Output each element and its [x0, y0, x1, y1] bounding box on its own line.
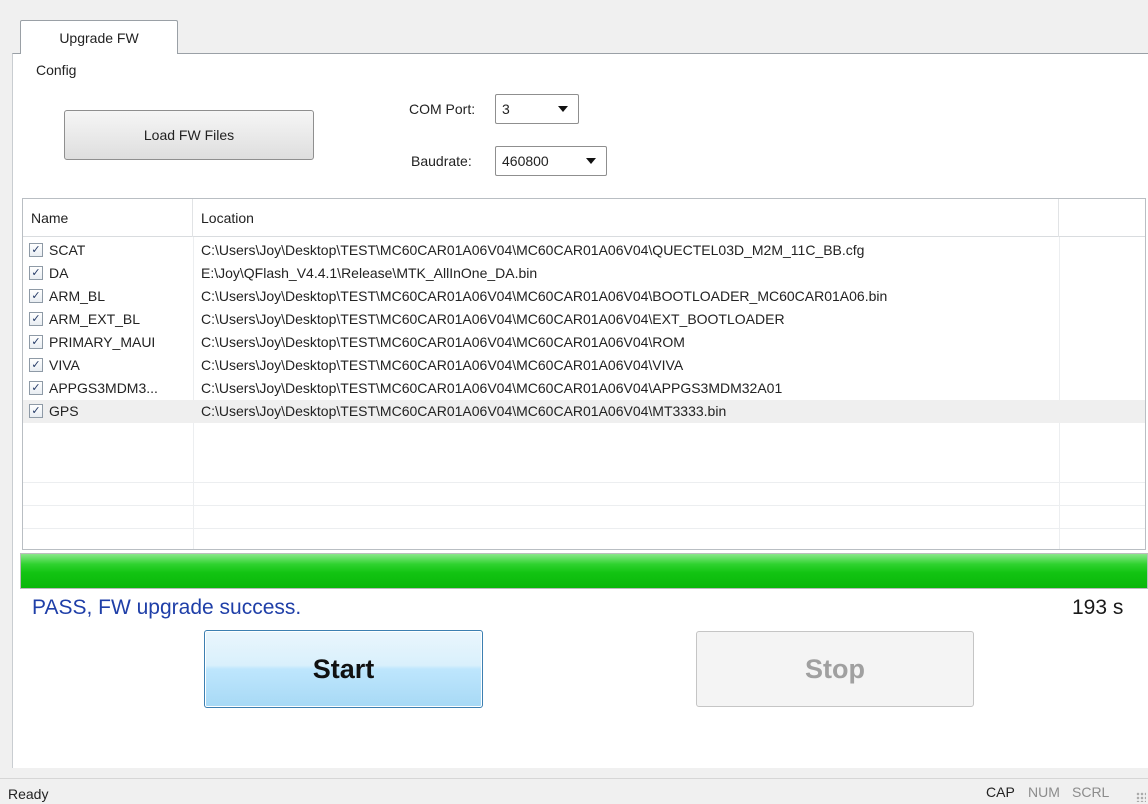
checkmark-icon: ✓ [31, 243, 41, 256]
list-item[interactable]: ✓ ARM_EXT_BL C:\Users\Joy\Desktop\TEST\MC6… [23, 308, 1145, 331]
checkmark-icon: ✓ [31, 266, 41, 279]
row-checkbox[interactable]: ✓ [29, 404, 43, 418]
grid-line [23, 505, 1145, 506]
stop-button: Stop [696, 631, 974, 707]
chevron-down-icon [558, 106, 568, 112]
row-location: C:\Users\Joy\Desktop\TEST\MC60CAR01A06V0… [201, 357, 684, 373]
progress-bar [20, 553, 1148, 589]
checkmark-icon: ✓ [31, 289, 41, 302]
grid-line [23, 482, 1145, 483]
num-indicator: NUM [1028, 784, 1060, 800]
checkmark-icon: ✓ [31, 335, 41, 348]
baudrate-value: 460800 [502, 153, 549, 169]
tab-upgrade-fw[interactable]: Upgrade FW [20, 20, 178, 54]
column-header-location[interactable]: Location [193, 199, 1059, 237]
status-message: PASS, FW upgrade success. [32, 596, 302, 619]
row-location: C:\Users\Joy\Desktop\TEST\MC60CAR01A06V0… [201, 242, 865, 258]
row-location: E:\Joy\QFlash_V4.4.1\Release\MTK_AllInOn… [201, 265, 538, 281]
progress-fill [21, 554, 1147, 588]
list-item[interactable]: ✓ PRIMARY_MAUI C:\Users\Joy\Desktop\TEST\M… [23, 331, 1145, 354]
column-header-name[interactable]: Name [23, 199, 193, 237]
resize-grip-icon[interactable] [1136, 792, 1146, 802]
row-location: C:\Users\Joy\Desktop\TEST\MC60CAR01A06V0… [201, 311, 785, 327]
com-port-select[interactable]: 3 [495, 94, 579, 124]
list-item[interactable]: ✓ VIVA C:\Users\Joy\Desktop\TEST\MC60CAR01… [23, 354, 1145, 377]
com-port-label: COM Port: [409, 101, 476, 117]
list-item[interactable]: ✓ ARM_BL C:\Users\Joy\Desktop\TEST\MC60CAR… [23, 285, 1145, 308]
checkmark-icon: ✓ [31, 381, 41, 394]
checkmark-icon: ✓ [31, 358, 41, 371]
row-name: ARM_BL [49, 288, 106, 304]
com-port-value: 3 [502, 101, 510, 117]
config-group-label: Config [36, 62, 77, 78]
elapsed-time: 193 s [1072, 596, 1124, 619]
row-name: VIVA [49, 357, 80, 373]
row-checkbox[interactable]: ✓ [29, 266, 43, 280]
row-checkbox[interactable]: ✓ [29, 243, 43, 257]
grid-line [23, 528, 1145, 529]
baudrate-select[interactable]: 460800 [495, 146, 607, 176]
checkmark-icon: ✓ [31, 312, 41, 325]
start-button[interactable]: Start [204, 630, 483, 708]
scrl-indicator: SCRL [1072, 784, 1110, 800]
list-header: Name Location [23, 199, 1145, 237]
row-checkbox[interactable]: ✓ [29, 289, 43, 303]
list-item[interactable]: ✓ GPS C:\Users\Joy\Desktop\TEST\MC60CAR01A… [23, 400, 1145, 423]
fw-file-list[interactable]: Name Location ✓ SCAT C:\Users\Joy\Desktop\… [22, 198, 1146, 550]
status-bar: Ready CAP NUM SCRL [0, 778, 1148, 804]
row-name: PRIMARY_MAUI [49, 334, 156, 350]
row-checkbox[interactable]: ✓ [29, 381, 43, 395]
row-name: ARM_EXT_BL [49, 311, 141, 327]
list-item[interactable]: ✓ SCAT C:\Users\Joy\Desktop\TEST\MC60CAR01… [23, 239, 1145, 262]
row-checkbox[interactable]: ✓ [29, 358, 43, 372]
list-item[interactable]: ✓ APPGS3MDM3... C:\Users\Joy\Desktop\TEST\… [23, 377, 1145, 400]
row-name: GPS [49, 403, 79, 419]
list-item[interactable]: ✓ DA E:\Joy\QFlash_V4.4.1\Release\MTK_AllI… [23, 262, 1145, 285]
baudrate-label: Baudrate: [411, 153, 472, 169]
cap-indicator: CAP [986, 784, 1015, 800]
row-location: C:\Users\Joy\Desktop\TEST\MC60CAR01A06V0… [201, 380, 783, 396]
row-checkbox[interactable]: ✓ [29, 335, 43, 349]
status-ready-text: Ready [8, 786, 49, 802]
row-checkbox[interactable]: ✓ [29, 312, 43, 326]
row-location: C:\Users\Joy\Desktop\TEST\MC60CAR01A06V0… [201, 403, 727, 419]
load-fw-files-button[interactable]: Load FW Files [64, 110, 314, 160]
row-name: DA [49, 265, 69, 281]
row-name: APPGS3MDM3... [49, 380, 158, 396]
row-location: C:\Users\Joy\Desktop\TEST\MC60CAR01A06V0… [201, 288, 888, 304]
chevron-down-icon [586, 158, 596, 164]
row-name: SCAT [49, 242, 86, 258]
checkmark-icon: ✓ [31, 404, 41, 417]
row-location: C:\Users\Joy\Desktop\TEST\MC60CAR01A06V0… [201, 334, 685, 350]
